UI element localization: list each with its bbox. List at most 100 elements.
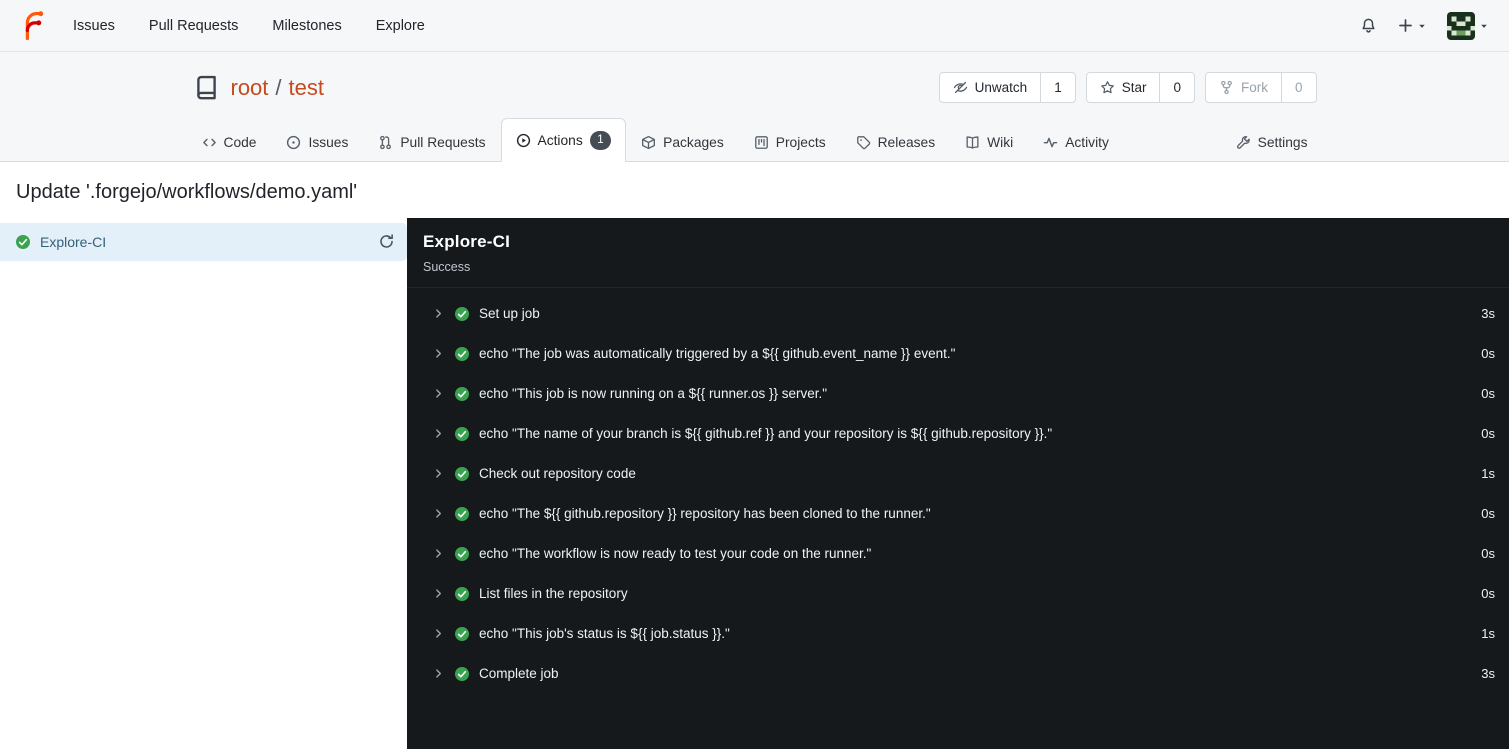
check-circle-icon <box>454 466 470 482</box>
chevron-right-icon <box>432 587 445 600</box>
eye-slash-icon <box>953 80 968 95</box>
pull-request-icon <box>378 135 393 150</box>
step-name: echo "The ${{ github.repository }} repos… <box>479 506 931 521</box>
fork-count[interactable]: 0 <box>1280 73 1316 102</box>
step-duration: 1s <box>1481 626 1495 641</box>
step-row[interactable]: echo "This job is now running on a ${{ r… <box>407 374 1509 414</box>
forgejo-logo[interactable] <box>18 10 48 41</box>
fork-label: Fork <box>1240 80 1268 95</box>
unwatch-button[interactable]: Unwatch <box>940 73 1041 102</box>
forgejo-logo-icon <box>18 10 48 41</box>
nav-link-issues[interactable]: Issues <box>56 0 132 52</box>
tab-code[interactable]: Code <box>187 122 272 162</box>
check-circle-icon <box>454 666 470 682</box>
log-panel: Explore-CI Success Set up job 3s echo "The… <box>407 217 1509 749</box>
step-name: echo "The name of your branch is ${{ git… <box>479 426 1053 441</box>
step-row[interactable]: Check out repository code 1s <box>407 454 1509 494</box>
top-navbar: Issues Pull Requests Milestones Explore <box>0 0 1509 52</box>
step-row[interactable]: echo "The workflow is now ready to test … <box>407 534 1509 574</box>
tab-label: Wiki <box>987 134 1014 150</box>
chevron-right-icon <box>432 627 445 640</box>
step-name: Set up job <box>479 306 540 321</box>
user-menu-button[interactable] <box>1447 11 1489 40</box>
tab-actions[interactable]: Actions 1 <box>500 118 627 162</box>
star-button[interactable]: Star <box>1087 73 1160 102</box>
step-row[interactable]: echo "The job was automatically triggere… <box>407 334 1509 374</box>
tab-label: Releases <box>877 134 936 150</box>
check-circle-icon <box>454 386 470 402</box>
star-label: Star <box>1121 80 1147 95</box>
step-name: echo "This job's status is ${{ job.statu… <box>479 626 730 641</box>
tab-wiki[interactable]: Wiki <box>950 122 1028 162</box>
tab-activity[interactable]: Activity <box>1028 122 1124 162</box>
nav-link-milestones[interactable]: Milestones <box>255 0 358 52</box>
star-count[interactable]: 0 <box>1159 73 1194 102</box>
step-duration: 3s <box>1481 306 1495 321</box>
caret-down-icon <box>1417 21 1427 31</box>
nav-link-explore[interactable]: Explore <box>359 0 442 52</box>
step-duration: 0s <box>1481 426 1495 441</box>
book-icon <box>965 135 980 150</box>
repo-name-link[interactable]: test <box>289 75 324 101</box>
step-row[interactable]: Complete job 3s <box>407 654 1509 694</box>
main-nav: Issues Pull Requests Milestones Explore <box>56 0 442 51</box>
chevron-right-icon <box>432 387 445 400</box>
step-duration: 3s <box>1481 666 1495 681</box>
chevron-right-icon <box>432 547 445 560</box>
step-row[interactable]: echo "The name of your branch is ${{ git… <box>407 414 1509 454</box>
fork-button[interactable]: Fork <box>1206 73 1281 102</box>
tab-label: Code <box>223 134 257 150</box>
job-log-header: Explore-CI Success <box>407 218 1509 288</box>
workflow-run-view: Update '.forgejo/workflows/demo.yaml' Ex… <box>0 161 1509 749</box>
tab-label: Projects <box>775 134 826 150</box>
step-row[interactable]: List files in the repository 0s <box>407 574 1509 614</box>
step-row[interactable]: echo "The ${{ github.repository }} repos… <box>407 494 1509 534</box>
repo-owner-link[interactable]: root <box>231 75 269 101</box>
check-circle-icon <box>454 426 470 442</box>
tag-icon <box>856 135 871 150</box>
tab-releases[interactable]: Releases <box>841 122 951 162</box>
chevron-right-icon <box>432 427 445 440</box>
tab-issues[interactable]: Issues <box>271 122 363 162</box>
chevron-right-icon <box>432 667 445 680</box>
issue-icon <box>286 135 301 150</box>
rerun-job-button[interactable] <box>378 233 395 250</box>
pulse-icon <box>1043 135 1058 150</box>
step-duration: 0s <box>1481 546 1495 561</box>
create-new-button[interactable] <box>1397 17 1427 34</box>
sync-icon <box>378 233 395 250</box>
unwatch-count[interactable]: 1 <box>1040 73 1075 102</box>
navbar-right <box>1360 11 1495 40</box>
step-name: Check out repository code <box>479 466 636 481</box>
tab-pull-requests[interactable]: Pull Requests <box>363 122 500 162</box>
tab-packages[interactable]: Packages <box>626 122 739 162</box>
job-status-text: Success <box>423 259 471 274</box>
check-circle-icon <box>454 506 470 522</box>
step-row[interactable]: echo "This job's status is ${{ job.statu… <box>407 614 1509 654</box>
job-item[interactable]: Explore-CI <box>0 222 407 261</box>
check-circle-icon <box>454 346 470 362</box>
step-duration: 0s <box>1481 346 1495 361</box>
chevron-right-icon <box>432 347 445 360</box>
tab-label: Activity <box>1065 134 1109 150</box>
plus-icon <box>1397 17 1414 34</box>
tab-projects[interactable]: Projects <box>739 122 841 162</box>
tab-settings[interactable]: Settings <box>1221 122 1323 162</box>
step-duration: 0s <box>1481 386 1495 401</box>
check-circle-icon <box>454 546 470 562</box>
check-circle-icon <box>454 586 470 602</box>
step-row[interactable]: Set up job 3s <box>407 294 1509 334</box>
actions-count-badge: 1 <box>589 131 612 150</box>
repo-icon <box>193 74 220 101</box>
run-title: Update '.forgejo/workflows/demo.yaml' <box>16 180 358 203</box>
check-circle-icon <box>454 306 470 322</box>
unwatch-button-group: Unwatch 1 <box>938 72 1076 103</box>
tab-label: Pull Requests <box>400 134 486 150</box>
code-icon <box>202 135 217 150</box>
repo-slash: / <box>275 74 282 100</box>
fork-icon <box>1219 80 1234 95</box>
step-name: echo "This job is now running on a ${{ r… <box>479 386 828 401</box>
nav-link-pull-requests[interactable]: Pull Requests <box>132 0 255 52</box>
notifications-button[interactable] <box>1360 17 1377 34</box>
check-circle-icon <box>15 234 31 250</box>
